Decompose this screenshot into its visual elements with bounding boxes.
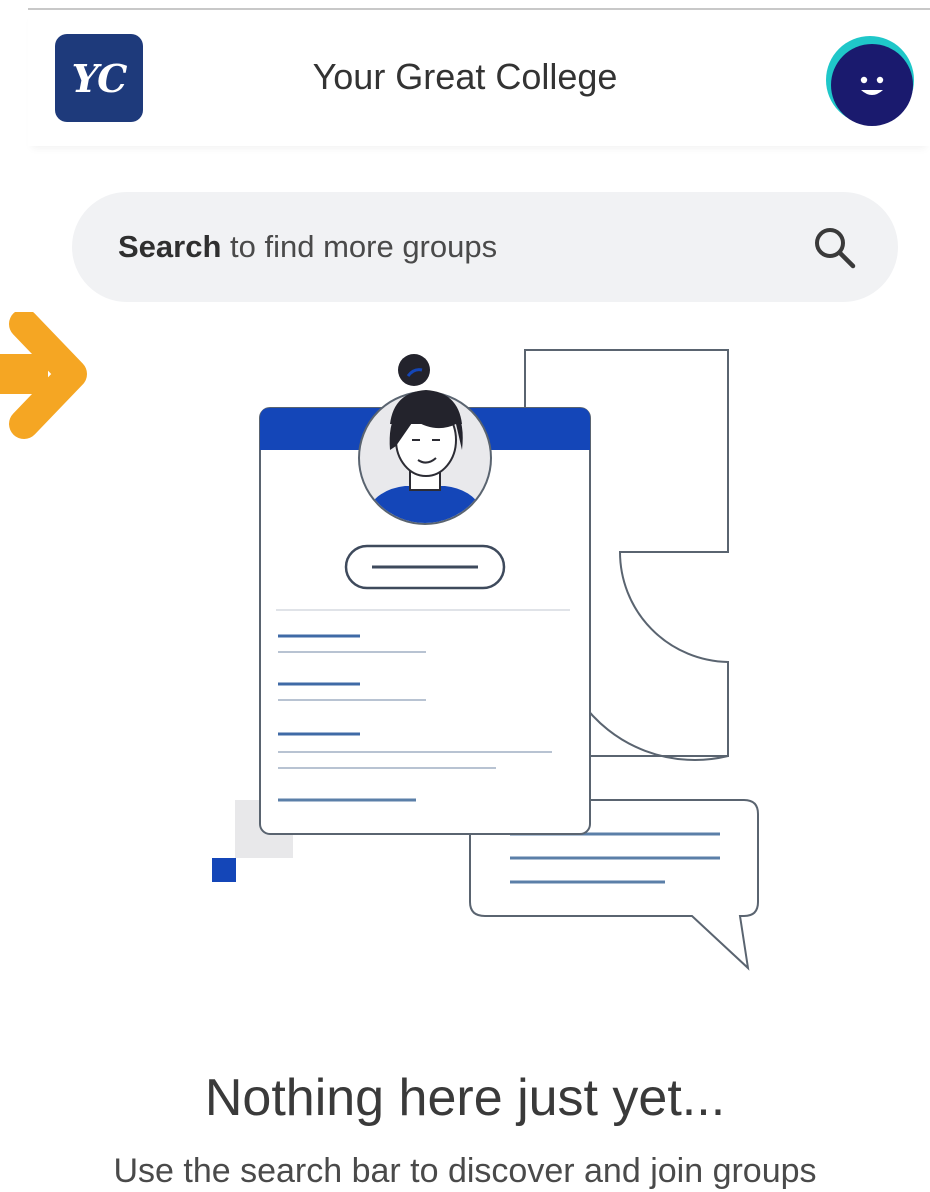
app-header: YC Your Great College: [28, 10, 930, 146]
search-icon[interactable]: [810, 223, 858, 271]
search-rest-label: to find more groups: [221, 229, 498, 264]
page-title: Your Great College: [312, 56, 618, 97]
empty-state-title: Nothing here just yet...: [204, 1069, 726, 1127]
arrow-right-icon: [0, 312, 87, 439]
empty-state-subtitle: Use the search bar to discover and join …: [113, 1152, 817, 1190]
profile-card-illustration: [212, 349, 759, 971]
search-bold-label: Search: [118, 229, 222, 264]
search-bar[interactable]: Search to find more groups: [72, 192, 898, 302]
user-avatar-smiley-face-icon[interactable]: [824, 34, 916, 126]
search-input-placeholder[interactable]: Search to find more groups: [118, 229, 810, 265]
